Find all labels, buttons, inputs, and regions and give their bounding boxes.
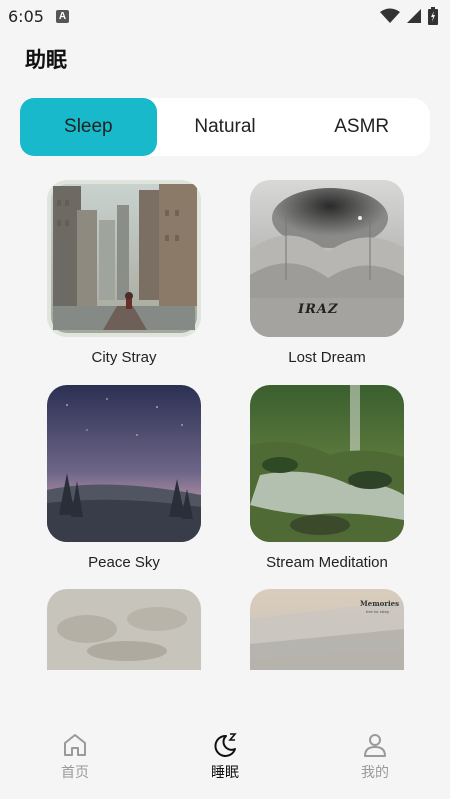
album-subtext: free for sleep xyxy=(366,609,390,614)
nav-profile[interactable]: 我的 xyxy=(300,720,450,799)
status-time: 6:05 xyxy=(8,6,44,26)
misty-leaves-art[interactable] xyxy=(47,589,201,670)
battery-icon xyxy=(428,7,438,25)
signal-icon xyxy=(407,9,421,23)
tab-natural[interactable]: Natural xyxy=(157,98,294,156)
sound-card-city-stray[interactable]: City Stray xyxy=(47,180,201,366)
status-icons xyxy=(380,7,438,25)
city-street-art[interactable] xyxy=(47,180,201,337)
nav-label: 我的 xyxy=(361,765,389,781)
night-forest-art[interactable] xyxy=(47,385,201,542)
nav-label: 首页 xyxy=(61,765,89,781)
sound-card-title: Lost Dream xyxy=(288,349,366,366)
sound-card-misty-leaves[interactable] xyxy=(47,589,201,670)
page-title: 助眠 xyxy=(25,48,67,72)
sound-card-peace-sky[interactable]: Peace Sky xyxy=(47,385,201,571)
sound-card-memories[interactable]: Memories free for sleep xyxy=(250,589,404,670)
album-text: Memories xyxy=(360,599,400,608)
sound-card-title: Stream Meditation xyxy=(266,554,388,571)
sound-card-title: City Stray xyxy=(91,349,157,366)
nav-label: 睡眠 xyxy=(211,765,239,781)
nav-sleep[interactable]: 睡眠 xyxy=(150,720,300,799)
notification-badge-icon: A xyxy=(55,9,69,23)
memories-art[interactable]: Memories free for sleep xyxy=(250,589,404,670)
wifi-icon xyxy=(380,8,400,23)
moon-icon xyxy=(214,733,237,757)
home-icon xyxy=(64,734,86,756)
sound-card-title: Peace Sky xyxy=(88,554,160,571)
tab-sleep[interactable]: Sleep xyxy=(20,98,157,156)
album-text: IRAZ xyxy=(298,302,339,317)
sound-grid: City Stray IRAZ Lost Dream Peace Sky Str… xyxy=(0,180,450,670)
forest-stream-art[interactable] xyxy=(250,385,404,542)
nav-home[interactable]: 首页 xyxy=(0,720,150,799)
profile-icon xyxy=(364,734,386,757)
cloud-landscape-art[interactable]: IRAZ xyxy=(250,180,404,337)
tab-asmr[interactable]: ASMR xyxy=(293,98,430,156)
sound-card-stream-meditation[interactable]: Stream Meditation xyxy=(250,385,404,571)
status-bar: 6:05 A xyxy=(0,0,450,32)
category-tabs: Sleep Natural ASMR xyxy=(20,98,430,156)
bottom-nav: 首页 睡眠 我的 xyxy=(0,720,450,799)
sound-card-lost-dream[interactable]: IRAZ Lost Dream xyxy=(250,180,404,366)
